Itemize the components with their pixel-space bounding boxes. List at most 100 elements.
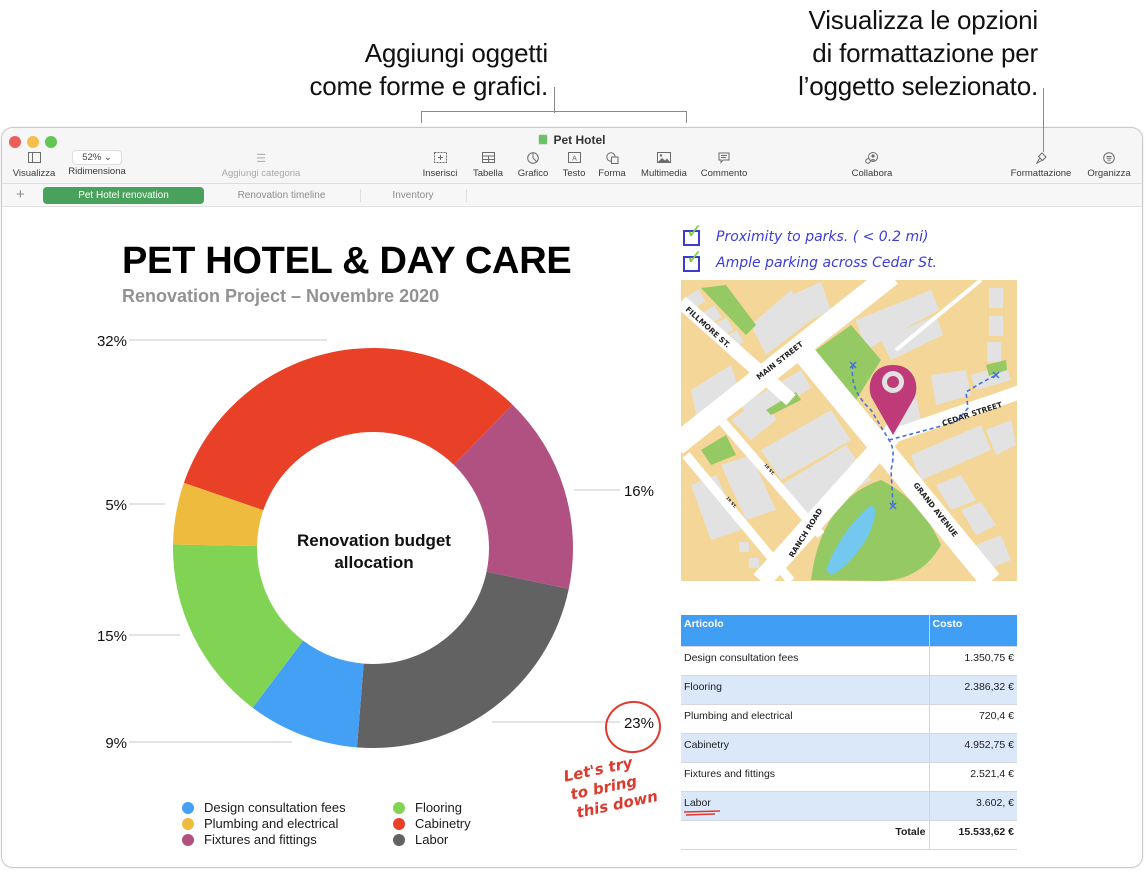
tab-divider	[466, 189, 467, 202]
header-articolo[interactable]: Articolo	[681, 615, 929, 647]
cell-item[interactable]: Flooring	[681, 675, 929, 705]
table-header-row: Articolo Costo	[681, 615, 1017, 647]
table-row[interactable]: Cabinetry 4.952,75 €	[681, 733, 1017, 763]
collaborate-label: Collabora	[851, 168, 893, 179]
table-button[interactable]: Tabella	[470, 152, 506, 179]
data-label: 5%	[105, 497, 127, 514]
map-image[interactable]: FILLMORE ST. MAIN STREET CEDAR STREET GR…	[681, 280, 1017, 581]
chart-legend: Design consultation fees Plumbing and el…	[182, 800, 346, 848]
underline-scribble	[683, 810, 721, 816]
insert-label: Inserisci	[422, 168, 458, 179]
legend-label: Design consultation fees	[204, 800, 346, 815]
chart-icon	[513, 152, 553, 167]
donut-slice-cabinetry[interactable]	[183, 347, 513, 511]
cell-item[interactable]: Design consultation fees	[681, 646, 929, 676]
collaborate-button[interactable]: Collabora	[847, 152, 897, 179]
media-label: Multimedia	[641, 168, 687, 179]
callout-bracket-left	[421, 111, 422, 123]
legend-swatch	[182, 818, 194, 830]
legend-label: Labor	[415, 832, 449, 847]
format-button[interactable]: Formattazione	[1006, 152, 1076, 179]
page-title[interactable]: PET HOTEL & DAY CARE	[122, 240, 572, 283]
total-value[interactable]: 15.533,62 €	[928, 820, 1017, 850]
table-row[interactable]: Labor 3.602, €	[681, 791, 1017, 821]
total-label: Totale	[681, 820, 929, 850]
document-icon	[538, 134, 549, 145]
chevron-down-icon: ⌄	[103, 152, 112, 163]
sheet-tab-bar: + Pet Hotel renovation Renovation timeli…	[2, 184, 1142, 207]
callout-format-options: Visualizza le opzioni di formattazione p…	[700, 4, 1038, 103]
organize-icon	[1084, 152, 1134, 167]
table-row[interactable]: Fixtures and fittings 2.521,4 €	[681, 762, 1017, 792]
data-label: 23%	[624, 715, 654, 732]
view-label: Visualizza	[12, 168, 56, 179]
legend-swatch	[393, 802, 405, 814]
callout-line: l’oggetto selezionato.	[798, 71, 1038, 101]
header-costo[interactable]: Costo	[928, 615, 1017, 647]
legend-item: Plumbing and electrical	[182, 816, 346, 832]
legend-item: Flooring	[393, 800, 471, 816]
view-button[interactable]: Visualizza	[10, 152, 58, 179]
table-row[interactable]: Design consultation fees 1.350,75 €	[681, 646, 1017, 676]
checklist-text: Ample parking across Cedar St.	[716, 255, 938, 271]
callout-line: di formattazione per	[812, 38, 1038, 68]
cost-table[interactable]: Articolo Costo Design consultation fees 1…	[681, 615, 1017, 850]
cell-cost[interactable]: 720,4 €	[928, 704, 1017, 734]
callout-line: come forme e grafici.	[309, 71, 548, 101]
legend-item: Fixtures and fittings	[182, 832, 346, 848]
legend-label: Fixtures and fittings	[204, 832, 317, 847]
organize-button[interactable]: Organizza	[1084, 152, 1134, 179]
legend-swatch	[393, 818, 405, 830]
legend-label: Flooring	[415, 800, 462, 815]
text-label: Testo	[562, 168, 586, 179]
add-category-label: Aggiungi categoria	[221, 168, 301, 179]
tab-pet-hotel-renovation[interactable]: Pet Hotel renovation	[43, 187, 204, 204]
format-label: Formattazione	[1010, 168, 1072, 179]
zoom-select[interactable]: 52% ⌄	[72, 150, 122, 165]
text-box-icon: A	[559, 152, 589, 167]
zoom-label: Ridimensiona	[68, 166, 126, 177]
legend-swatch	[182, 834, 194, 846]
legend-swatch	[182, 802, 194, 814]
media-button[interactable]: Multimedia	[636, 152, 692, 179]
chart-legend: Flooring Cabinetry Labor	[393, 800, 471, 848]
insert-icon	[420, 152, 460, 167]
legend-label: Plumbing and electrical	[204, 816, 339, 831]
chart-title-line-1: Renovation budget	[297, 531, 451, 550]
legend-item: Design consultation fees	[182, 800, 346, 816]
page-subtitle[interactable]: Renovation Project – Novembre 2020	[122, 286, 439, 307]
zoom-control[interactable]: 52% ⌄ Ridimensiona	[64, 150, 130, 177]
callout-line: Visualizza le opzioni	[808, 5, 1039, 35]
insert-button[interactable]: Inserisci	[420, 152, 460, 179]
table-row[interactable]: Flooring 2.386,32 €	[681, 675, 1017, 705]
legend-swatch	[393, 834, 405, 846]
cell-cost[interactable]: 2.521,4 €	[928, 762, 1017, 792]
add-sheet-button[interactable]: +	[16, 186, 25, 203]
text-button[interactable]: A Testo	[559, 152, 589, 179]
cell-cost[interactable]: 1.350,75 €	[928, 646, 1017, 676]
cell-item[interactable]: Cabinetry	[681, 733, 929, 763]
callout-leader-line	[554, 87, 555, 113]
cell-item[interactable]: Fixtures and fittings	[681, 762, 929, 792]
cell-cost[interactable]: 2.386,32 €	[928, 675, 1017, 705]
zoom-value: 52%	[82, 152, 102, 163]
table-label: Tabella	[472, 168, 504, 179]
comment-button[interactable]: Commento	[697, 152, 751, 179]
chart-button[interactable]: Grafico	[513, 152, 553, 179]
chart-title-line-2: allocation	[334, 553, 413, 572]
cell-item[interactable]: Plumbing and electrical	[681, 704, 929, 734]
data-label: 15%	[97, 628, 127, 645]
table-total-row[interactable]: Totale 15.533,62 €	[681, 820, 1017, 850]
add-category-button[interactable]: ☰ Aggiungi categoria	[214, 152, 308, 179]
table-row[interactable]: Plumbing and electrical 720,4 €	[681, 704, 1017, 734]
shape-button[interactable]: Forma	[595, 152, 629, 179]
tab-inventory[interactable]: Inventory	[361, 187, 465, 204]
cell-cost[interactable]: 3.602, €	[928, 791, 1017, 821]
tab-renovation-timeline[interactable]: Renovation timeline	[204, 187, 359, 204]
chart-label: Grafico	[517, 168, 549, 179]
callout-line: Aggiungi oggetti	[364, 38, 548, 68]
cell-cost[interactable]: 4.952,75 €	[928, 733, 1017, 763]
table-icon	[470, 152, 506, 167]
legend-item: Labor	[393, 832, 471, 848]
comment-label: Commento	[700, 168, 748, 179]
